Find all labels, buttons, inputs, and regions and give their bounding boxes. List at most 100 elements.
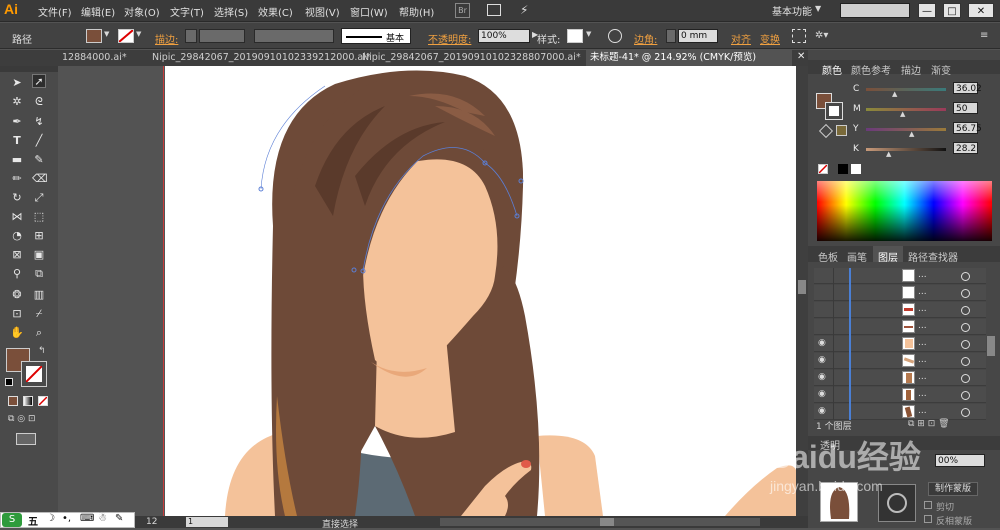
layer-name[interactable]: ...: [918, 304, 927, 314]
paintbrush-tool-icon[interactable]: ✎: [32, 153, 46, 167]
tab-pathfinder[interactable]: 路径查找器: [908, 249, 958, 264]
layer-actions-icons[interactable]: ⧉ ⊞ ⊡ 🗑: [908, 419, 950, 429]
illustration-girl[interactable]: [165, 66, 796, 516]
pencil-tool-icon[interactable]: ✏: [10, 172, 24, 186]
fill-swatch[interactable]: [86, 29, 102, 43]
panel-menu-icon[interactable]: ≡: [980, 30, 988, 41]
perspective-grid-tool-icon[interactable]: ⊞: [32, 229, 46, 243]
layer-name[interactable]: ...: [918, 406, 927, 416]
gradient-tool-icon[interactable]: ▣: [32, 248, 46, 262]
menu-view[interactable]: 视图(V): [305, 4, 340, 19]
corner-stepper[interactable]: [666, 29, 676, 43]
target-circle-icon[interactable]: [961, 374, 970, 383]
direct-selection-tool-icon[interactable]: ➚: [32, 74, 46, 88]
target-circle-icon[interactable]: [961, 408, 970, 417]
transparency-opacity-field[interactable]: 00%: [935, 454, 985, 467]
minimize-button[interactable]: —: [918, 3, 936, 18]
ime-keyboard-icon[interactable]: ⌨: [80, 513, 94, 524]
tab-document-1[interactable]: 12884000.ai*: [58, 50, 146, 66]
bridge-icon[interactable]: Br: [455, 3, 470, 18]
tab-layers[interactable]: 图层: [878, 249, 898, 264]
tab-color[interactable]: 颜色: [822, 62, 842, 77]
target-circle-icon[interactable]: [961, 340, 970, 349]
black-value-field[interactable]: 28.2: [953, 142, 978, 154]
pen-tool-icon[interactable]: ✒: [10, 115, 24, 129]
artboard-navigation[interactable]: 1: [186, 517, 228, 527]
artboard[interactable]: [165, 66, 796, 516]
hand-tool-icon[interactable]: ✋: [10, 326, 24, 340]
brush-definition-dropdown[interactable]: 基本: [341, 28, 411, 44]
ime-moon-icon[interactable]: ☽: [46, 513, 55, 524]
artboard-tool-icon[interactable]: ⊡: [10, 307, 24, 321]
none-swatch[interactable]: [818, 164, 828, 174]
tab-document-3[interactable]: Nipic_29842067_20190910102328807000.ai*: [358, 50, 586, 66]
gradient-mode-icon[interactable]: [23, 396, 33, 406]
lasso-tool-icon[interactable]: ᘓ: [32, 95, 46, 109]
target-circle-icon[interactable]: [961, 357, 970, 366]
symbol-sprayer-tool-icon[interactable]: ❂: [10, 288, 24, 302]
invert-mask-checkbox[interactable]: [924, 515, 932, 523]
slice-tool-icon[interactable]: ⌿: [32, 307, 46, 321]
cyan-slider[interactable]: [866, 88, 946, 91]
close-tab-icon[interactable]: ✕: [797, 51, 805, 62]
tab-gradient[interactable]: 渐变: [931, 62, 951, 77]
tab-brushes[interactable]: 画笔: [847, 249, 867, 264]
mesh-tool-icon[interactable]: ⊠: [10, 248, 24, 262]
rectangle-tool-icon[interactable]: ▬: [10, 153, 24, 167]
horizontal-scrollbar[interactable]: [440, 518, 760, 526]
opacity-label[interactable]: 不透明度:: [428, 31, 471, 46]
stroke-label[interactable]: 描边:: [155, 31, 178, 46]
target-circle-icon[interactable]: [961, 391, 970, 400]
slider-handle-icon[interactable]: ▲: [892, 90, 897, 98]
variable-width-profile[interactable]: [254, 29, 334, 43]
web-safe-color-swatch[interactable]: [836, 125, 847, 136]
arrange-documents-icon[interactable]: [487, 4, 501, 16]
tab-stroke[interactable]: 描边: [901, 62, 921, 77]
shape-builder-tool-icon[interactable]: ◔: [10, 229, 24, 243]
slider-handle-icon[interactable]: ▲: [886, 150, 891, 158]
eyedropper-tool-icon[interactable]: ⚲: [10, 267, 24, 281]
canvas-area[interactable]: [58, 66, 796, 516]
drawing-modes-icon[interactable]: ⧉ ◎ ⊡: [8, 414, 48, 426]
blend-tool-icon[interactable]: ⧉: [32, 267, 46, 281]
target-circle-icon[interactable]: [961, 323, 970, 332]
gpu-performance-icon[interactable]: ⚡: [520, 3, 528, 17]
none-mode-icon[interactable]: [38, 396, 48, 406]
maximize-button[interactable]: □: [943, 3, 961, 18]
slider-handle-icon[interactable]: ▲: [909, 130, 914, 138]
magic-wand-tool-icon[interactable]: ✲: [10, 95, 24, 109]
layer-name[interactable]: ...: [918, 389, 927, 399]
target-circle-icon[interactable]: [961, 289, 970, 298]
scrollbar-thumb[interactable]: [798, 280, 806, 294]
menu-effect[interactable]: 效果(C): [258, 4, 293, 19]
layers-scrollbar-thumb[interactable]: [987, 336, 995, 356]
yellow-slider[interactable]: [866, 128, 946, 131]
recolor-artwork-icon[interactable]: [608, 29, 622, 43]
layer-name[interactable]: ...: [918, 287, 927, 297]
close-button[interactable]: ✕: [968, 3, 994, 18]
menu-type[interactable]: 文字(T): [170, 4, 204, 19]
stroke-weight-stepper[interactable]: [185, 29, 197, 43]
menu-help[interactable]: 帮助(H): [399, 4, 434, 19]
visibility-eye-icon[interactable]: ◉: [818, 355, 830, 365]
menu-edit[interactable]: 编辑(E): [81, 4, 115, 19]
menu-window[interactable]: 窗口(W): [350, 4, 388, 19]
visibility-eye-icon[interactable]: ◉: [818, 372, 830, 382]
magenta-value-field[interactable]: 50: [953, 102, 978, 114]
menu-select[interactable]: 选择(S): [214, 4, 248, 19]
chevron-down-icon[interactable]: ▼: [104, 30, 109, 38]
tab-color-guide[interactable]: 颜色参考: [851, 62, 891, 77]
curvature-tool-icon[interactable]: ↯: [32, 115, 46, 129]
stroke-swatch[interactable]: [118, 29, 134, 43]
corner-label[interactable]: 边角:: [634, 31, 657, 46]
panel-stroke-swatch[interactable]: [825, 102, 843, 120]
graphic-style-swatch[interactable]: [567, 29, 583, 43]
ime-mode[interactable]: 五: [28, 513, 38, 528]
transform-link[interactable]: 变换: [760, 31, 780, 46]
white-swatch[interactable]: [851, 164, 861, 174]
menu-object[interactable]: 对象(O): [124, 4, 160, 19]
isolate-selection-icon[interactable]: [792, 29, 806, 43]
rotate-tool-icon[interactable]: ↻: [10, 191, 24, 205]
target-circle-icon[interactable]: [961, 306, 970, 315]
stroke-color-box[interactable]: [21, 361, 47, 387]
